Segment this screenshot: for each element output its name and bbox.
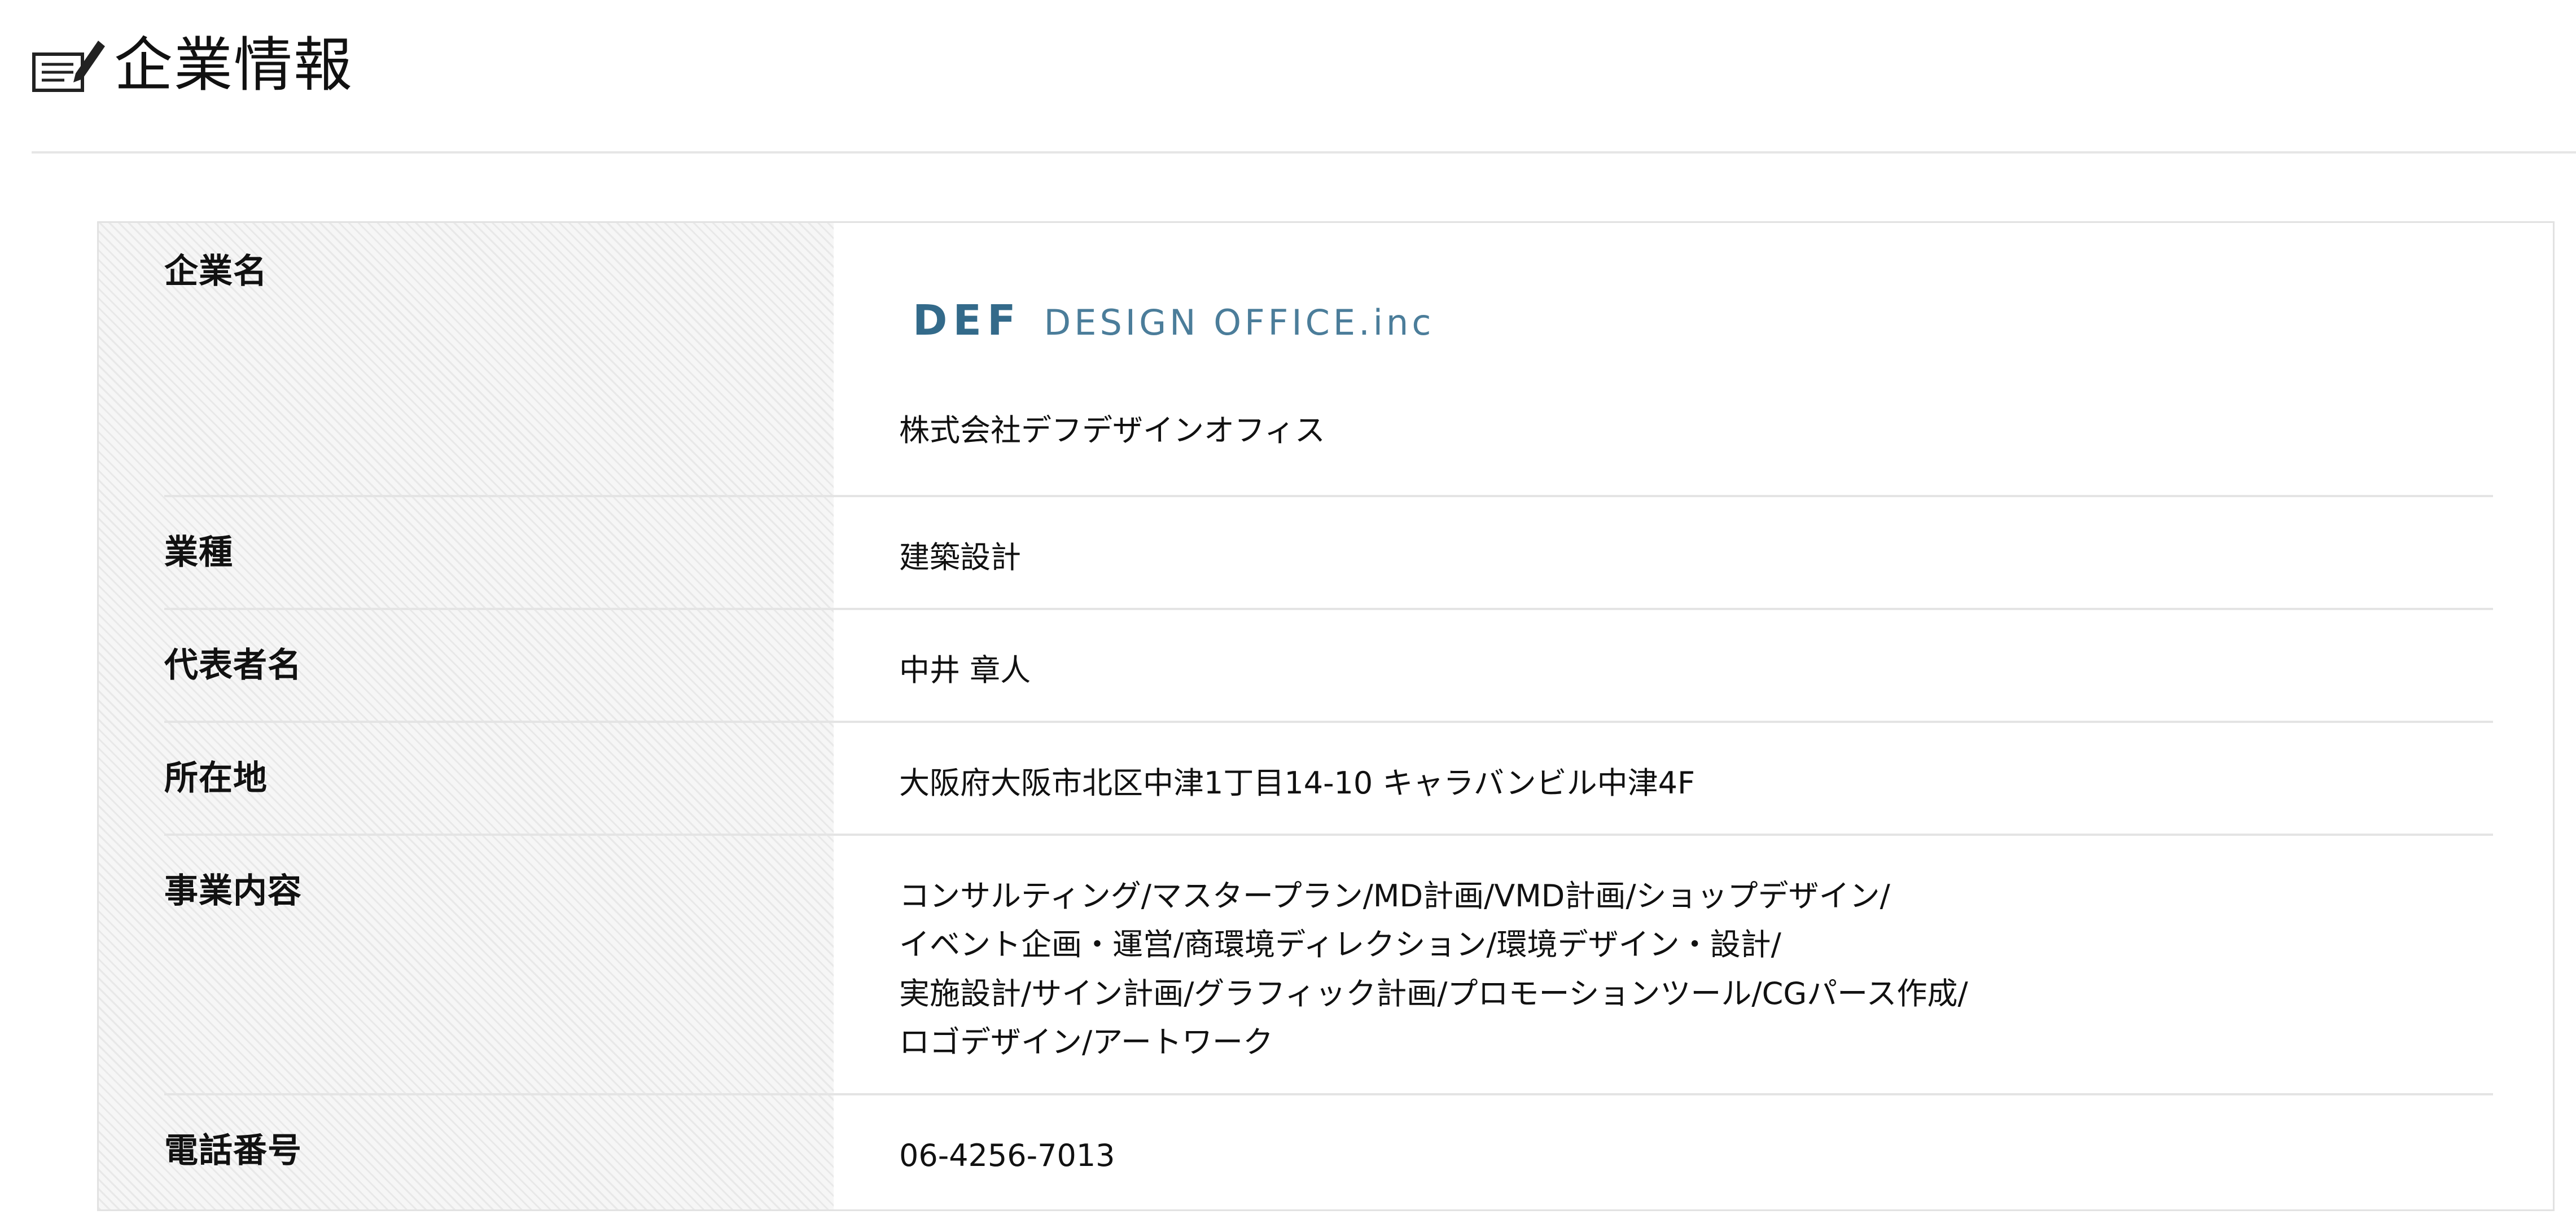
address-value: 大阪府大阪市北区中津1丁目14-10 キャラバンビル中津4F [899, 765, 1696, 801]
row-industry: 業種 建築設計 [164, 497, 2493, 610]
row-business: 事業内容 コンサルティング/マスタープラン/MD計画/VMD計画/ショップデザイ… [164, 836, 2493, 1095]
business-value: コンサルティング/マスタープラン/MD計画/VMD計画/ショップデザイン/ イベ… [899, 872, 1968, 1067]
business-line: ロゴデザイン/アートワーク [899, 1024, 1273, 1060]
company-logo-mark: DEF [913, 296, 1022, 345]
address-label: 所在地 [164, 758, 268, 798]
industry-value: 建築設計 [899, 540, 1021, 575]
business-label: 事業内容 [164, 871, 302, 911]
company-info-page: 企業情報 企業名 DEF DESIGN OFFICE.inc 株式会社デフデザイ… [0, 0, 2576, 1219]
business-line: 実施設計/サイン計画/グラフィック計画/プロモーションツール/CGパース作成/ [899, 975, 1968, 1011]
company-info-table: 企業名 DEF DESIGN OFFICE.inc 株式会社デフデザインオフィス… [97, 221, 2555, 1211]
row-representative: 代表者名 中井 章人 [164, 610, 2493, 723]
page-header: 企業情報 [32, 23, 353, 107]
representative-value: 中井 章人 [899, 652, 1031, 688]
company-logo: DEF DESIGN OFFICE.inc [913, 296, 1434, 345]
company-name: 株式会社デフデザインオフィス [899, 413, 1325, 448]
phone-value: 06-4256-7013 [899, 1138, 1115, 1173]
row-phone: 電話番号 06-4256-7013 [164, 1095, 2493, 1208]
info-rows: 企業名 DEF DESIGN OFFICE.inc 株式会社デフデザインオフィス… [164, 223, 2493, 1208]
representative-label: 代表者名 [164, 646, 302, 685]
row-address: 所在地 大阪府大阪市北区中津1丁目14-10 キャラバンビル中津4F [164, 723, 2493, 836]
company-logo-text: DESIGN OFFICE.inc [1044, 302, 1435, 343]
business-line: コンサルティング/マスタープラン/MD計画/VMD計画/ショップデザイン/ [899, 878, 1890, 914]
header-divider [32, 151, 2576, 154]
row-company: 企業名 DEF DESIGN OFFICE.inc 株式会社デフデザインオフィス [164, 223, 2493, 497]
page-title: 企業情報 [114, 30, 354, 99]
business-line: イベント企画・運営/商環境ディレクション/環境デザイン・設計/ [899, 927, 1781, 963]
phone-label: 電話番号 [164, 1131, 302, 1170]
industry-label: 業種 [164, 533, 233, 572]
company-label: 企業名 [164, 252, 268, 291]
note-pencil-icon [32, 41, 105, 92]
